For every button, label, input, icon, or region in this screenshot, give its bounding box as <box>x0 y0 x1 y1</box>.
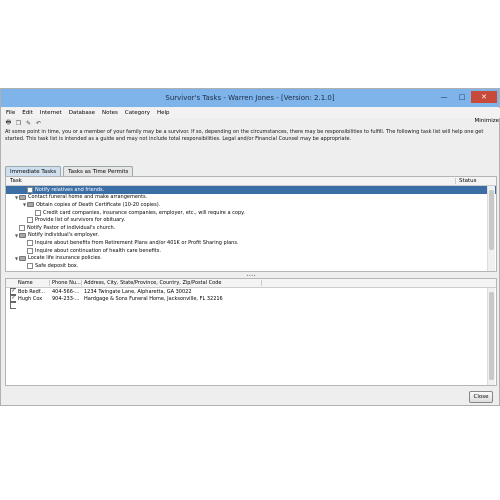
menu-database[interactable]: Database <box>68 110 96 116</box>
menu-help[interactable]: Help <box>156 110 171 116</box>
folder-icon <box>19 255 26 261</box>
maximize-window-icon[interactable]: □ <box>453 91 471 103</box>
task-label: Provide list of survivors for obituary. <box>35 217 126 224</box>
title-bar[interactable]: Survivor's Tasks - Warren Jones - [Versi… <box>1 89 499 107</box>
task-scrollbar[interactable] <box>487 186 495 271</box>
task-row[interactable]: ▼ Contact funeral home and make arrangeme… <box>6 194 496 202</box>
task-label: Contact funeral home and make arrangemen… <box>28 194 148 201</box>
description-text: At some point in time, you or a member o… <box>5 129 484 142</box>
split-pane-divider[interactable]: •••• <box>5 273 497 278</box>
window-controls: — □ ✕ <box>435 91 497 103</box>
status-column-header[interactable]: Status <box>456 178 477 184</box>
task-rows: Notify relatives and friends. ▼ Contact fu… <box>6 186 496 270</box>
contacts-scroll-thumb[interactable] <box>489 292 494 380</box>
task-row[interactable]: Notify Pastor of individual's church. <box>6 224 496 232</box>
contacts-scrollbar[interactable] <box>487 288 495 385</box>
task-label: Credit card companies, insurance compani… <box>43 209 245 216</box>
document-icon <box>27 262 33 269</box>
window-title: Survivor's Tasks - Warren Jones - [Versi… <box>165 94 335 102</box>
app-window: Survivor's Tasks - Warren Jones - [Versi… <box>0 88 500 406</box>
notes-icon[interactable]: ✎ <box>25 120 32 127</box>
task-scroll-thumb[interactable] <box>489 190 494 250</box>
task-label: Notify individual's employer. <box>28 232 99 239</box>
menu-category[interactable]: Category <box>124 110 151 116</box>
contact-address: 1234 Twingate Lane, Alpharetta, GA 30022 <box>84 288 192 295</box>
contact-rows: ✓ Bob Redf... 404-566-... 1234 Twingate Lan… <box>6 288 496 309</box>
contact-row[interactable]: ✓ Hugh Cox 904-233-... Hardgage & Sons Fune… <box>6 295 496 302</box>
task-row[interactable]: Inquire about continuation of health car… <box>6 247 496 255</box>
menu-bar: File Edit Internet Database Notes Category Hel… <box>1 108 500 118</box>
document-icon <box>27 239 33 246</box>
task-tree-table: Task Status Notify relatives and friends… <box>5 176 497 272</box>
task-label: Notify Pastor of individual's church. <box>27 224 116 231</box>
task-label: Locate life insurance policies. <box>28 255 102 262</box>
close-button[interactable]: Close <box>469 391 493 403</box>
checkbox-cell: ✓ <box>6 295 16 302</box>
contact-checkbox[interactable] <box>10 302 16 309</box>
name-column-header[interactable]: Name <box>16 280 50 286</box>
folder-icon <box>19 232 26 238</box>
task-row[interactable]: Provide list of survivors for obituary. <box>6 216 496 224</box>
phone-column-header[interactable]: Phone Nu... <box>50 280 82 286</box>
menu-internet[interactable]: Internet <box>39 110 63 116</box>
document-icon <box>27 186 33 193</box>
undo-icon[interactable]: ↶ <box>35 120 42 127</box>
contact-address: Hardgage & Sons Funeral Home, Jacksonvil… <box>84 295 223 302</box>
task-row[interactable]: ▼ Notify individual's employer. <box>6 232 496 240</box>
print-icon[interactable]: 🖶 <box>5 119 12 127</box>
contact-row[interactable]: ✓ Bob Redf... 404-566-... 1234 Twingate Lan… <box>6 288 496 295</box>
contact-phone: 904-233-... <box>52 295 80 302</box>
task-label: Obtain copies of Death Certificate (10-2… <box>36 201 161 208</box>
contacts-table: Name Phone Nu... Address, City, State/Pr… <box>5 278 497 386</box>
folder-icon <box>19 194 26 200</box>
document-icon <box>27 247 33 254</box>
menu-file[interactable]: File <box>5 110 16 116</box>
task-row[interactable]: Inquire about benefits from Retirement P… <box>6 239 496 247</box>
task-row[interactable]: ▼ Obtain copies of Death Certificate (10-… <box>6 201 496 209</box>
task-column-header[interactable]: Task <box>6 178 456 184</box>
task-label: Safe deposit box. <box>35 262 79 269</box>
menu-notes[interactable]: Notes <box>101 110 119 116</box>
task-label: Notify relatives and friends. <box>35 186 105 193</box>
minimize-window-icon[interactable]: — <box>435 91 453 103</box>
document-icon <box>19 224 25 231</box>
close-window-icon[interactable]: ✕ <box>471 91 497 103</box>
task-row[interactable]: Notify relatives and friends. <box>6 186 496 194</box>
checkbox-cell <box>6 302 16 309</box>
contact-phone: 404-566-... <box>52 288 80 295</box>
contact-name: Bob Redf... <box>18 288 45 295</box>
contact-name: Hugh Cox <box>18 295 43 302</box>
menu-edit[interactable]: Edit <box>21 110 34 116</box>
checkbox-cell: ✓ <box>6 288 16 295</box>
task-row[interactable]: Credit card companies, insurance compani… <box>6 209 496 217</box>
task-label: Inquire about benefits from Retirement P… <box>35 239 239 246</box>
contacts-table-header: Name Phone Nu... Address, City, State/Pr… <box>6 279 496 288</box>
document-icon <box>35 209 41 216</box>
minimize-button[interactable]: Minimize <box>475 118 499 124</box>
task-label: Inquire about continuation of health car… <box>35 247 161 254</box>
contact-row[interactable] <box>6 302 496 309</box>
address-column-header[interactable]: Address, City, State/Province, Country, … <box>82 280 262 286</box>
toolbar: 🖶 ❐ ✎ ↶ Minimize <box>1 118 500 128</box>
folder-icon <box>27 202 34 208</box>
document-icon <box>27 217 33 224</box>
copy-icon[interactable]: ❐ <box>15 120 22 127</box>
task-row[interactable]: ▼ Locate life insurance policies. <box>6 254 496 262</box>
task-row[interactable]: Safe deposit box. <box>6 262 496 270</box>
task-table-header: Task Status <box>6 177 496 186</box>
